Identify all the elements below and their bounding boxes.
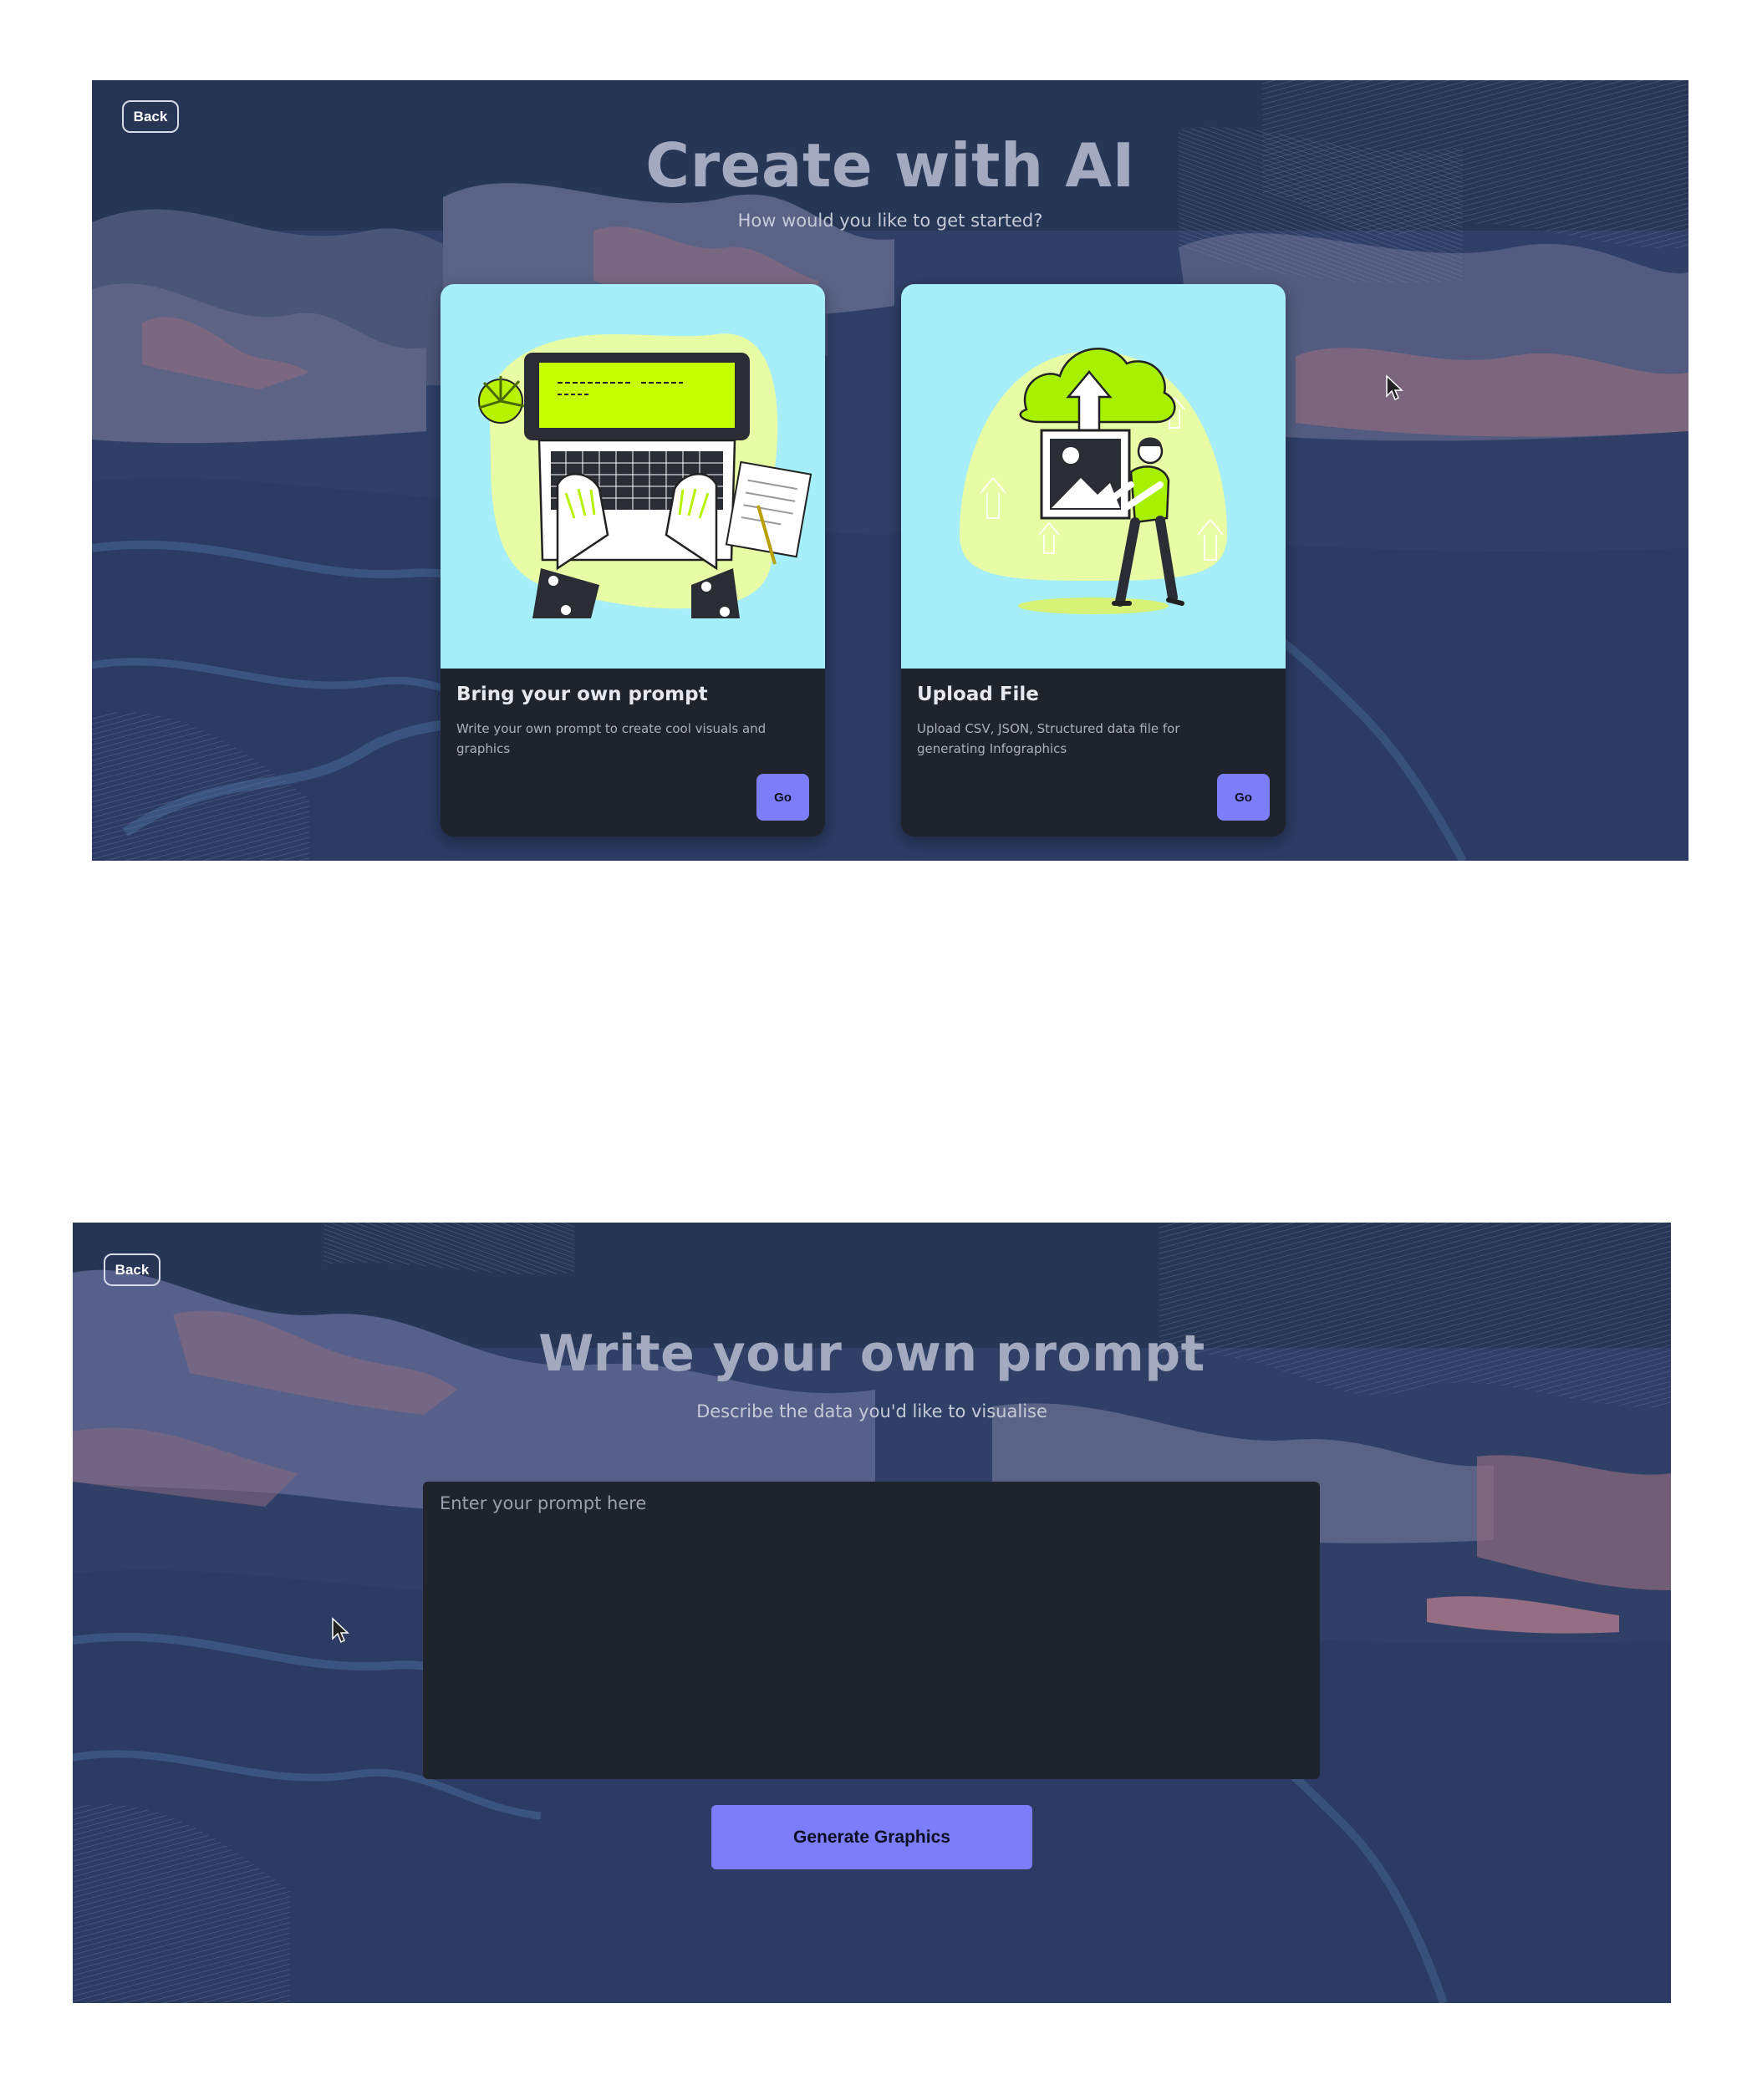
card-description: Upload CSV, JSON, Structured data file f… <box>917 721 1180 756</box>
page-subtitle: Describe the data you'd like to visualis… <box>696 1401 1047 1421</box>
generate-graphics-button[interactable]: Generate Graphics <box>711 1805 1032 1869</box>
back-button[interactable]: Back <box>122 100 179 133</box>
back-button[interactable]: Back <box>104 1253 160 1286</box>
bring-your-own-prompt-card: Bring your own prompt Write your own pro… <box>441 284 825 836</box>
card-title: Upload File <box>917 684 1039 705</box>
prompt-input[interactable] <box>423 1482 1320 1779</box>
upload-file-card: Upload File Upload CSV, JSON, Structured… <box>901 284 1286 836</box>
page-title: Create with AI <box>645 130 1135 201</box>
page-title: Write your own prompt <box>538 1325 1205 1383</box>
page-subtitle: How would you like to get started? <box>737 211 1043 231</box>
card-title: Bring your own prompt <box>456 684 708 705</box>
go-button[interactable]: Go <box>1217 774 1270 821</box>
write-prompt-screen: Back Write your own prompt Describe the … <box>73 1223 1671 2003</box>
mouse-cursor-icon <box>332 1617 349 1644</box>
create-with-ai-screen: Back Create with AI How would you like t… <box>92 80 1688 861</box>
card-description: Write your own prompt to create cool vis… <box>456 721 767 756</box>
mouse-cursor-icon <box>1386 374 1403 401</box>
go-button[interactable]: Go <box>756 774 809 821</box>
cloud-upload-illustration <box>901 284 1286 669</box>
laptop-typing-illustration <box>441 284 825 669</box>
